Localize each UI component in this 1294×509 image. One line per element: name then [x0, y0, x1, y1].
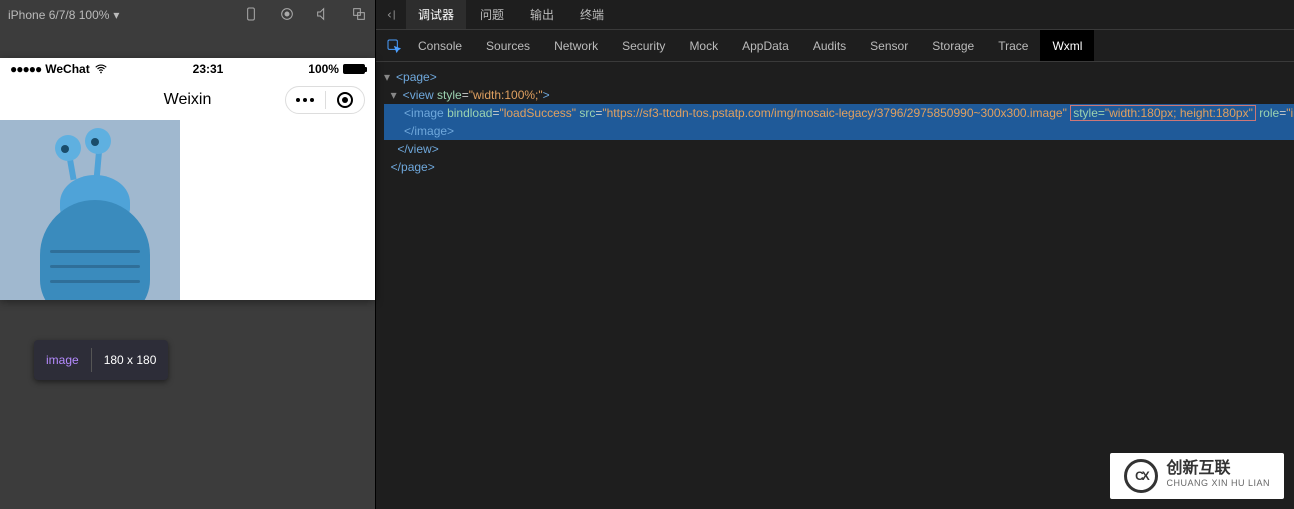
battery-percent: 100% — [308, 62, 339, 76]
subtab-mock[interactable]: Mock — [677, 30, 730, 61]
capsule-close-button[interactable] — [326, 92, 365, 108]
tab-output[interactable]: 输出 — [518, 0, 566, 29]
devtools-sub-tabs: Console Sources Network Security Mock Ap… — [376, 30, 1294, 62]
status-bar: ●●●●● WeChat 23:31 100% — [0, 58, 375, 80]
image-element[interactable] — [0, 120, 180, 300]
device-frame-icon[interactable] — [243, 6, 259, 25]
simulator-toolbar: iPhone 6/7/8 100% ▾ — [0, 0, 375, 30]
subtab-console[interactable]: Console — [406, 30, 474, 61]
subtab-trace[interactable]: Trace — [986, 30, 1040, 61]
wifi-icon — [94, 62, 108, 76]
tooltip-tag: image — [46, 353, 79, 367]
subtab-network[interactable]: Network — [542, 30, 610, 61]
subtab-sensor[interactable]: Sensor — [858, 30, 920, 61]
signal-icon: ●●●●● — [10, 62, 41, 76]
logo-cn: 创新互联 — [1166, 462, 1270, 476]
subtab-sources[interactable]: Sources — [474, 30, 542, 61]
chevron-down-icon: ▾ — [113, 8, 119, 22]
mute-icon[interactable] — [315, 6, 331, 25]
wxml-tree[interactable]: ▾<page> ▾<view style="width:100%;"> <ima… — [376, 62, 1294, 509]
carrier-label: WeChat — [45, 62, 89, 76]
subtab-storage[interactable]: Storage — [920, 30, 986, 61]
devtools-panel: 调试器 问题 输出 终端 Console Sources Network Sec… — [375, 0, 1294, 509]
expand-left-icon[interactable] — [382, 8, 404, 22]
battery-icon — [343, 64, 365, 74]
tab-terminal[interactable]: 终端 — [568, 0, 616, 29]
element-picker-icon[interactable] — [382, 38, 406, 54]
record-icon[interactable] — [279, 6, 295, 25]
simulator-stage: ●●●●● WeChat 23:31 100% Weixin — [0, 30, 375, 509]
capsule-menu-button[interactable] — [286, 98, 325, 102]
device-label: iPhone 6/7/8 100% — [8, 8, 109, 22]
detach-icon[interactable] — [351, 6, 367, 25]
wxml-selected-node[interactable]: <image bindload="loadSuccess" src="https… — [384, 104, 1294, 122]
devtools-body: ▾<page> ▾<view style="width:100%;"> <ima… — [376, 62, 1294, 509]
phone-frame: ●●●●● WeChat 23:31 100% Weixin — [0, 58, 375, 300]
tab-debugger[interactable]: 调试器 — [406, 0, 466, 29]
simulator-panel: iPhone 6/7/8 100% ▾ ●●●●● WeChat 23:31 1… — [0, 0, 375, 509]
phone-body — [0, 120, 375, 300]
devtools-top-tabs: 调试器 问题 输出 终端 — [376, 0, 1294, 30]
tooltip-dims: 180 x 180 — [104, 353, 157, 367]
clock-label: 23:31 — [193, 62, 224, 76]
subtab-security[interactable]: Security — [610, 30, 677, 61]
subtab-audits[interactable]: Audits — [801, 30, 858, 61]
logo-icon: CX — [1124, 459, 1158, 493]
logo-watermark: CX 创新互联 CHUANG XIN HU LIAN — [1110, 453, 1284, 499]
tab-issues[interactable]: 问题 — [468, 0, 516, 29]
logo-en: CHUANG XIN HU LIAN — [1166, 476, 1270, 490]
subtab-appdata[interactable]: AppData — [730, 30, 801, 61]
inspect-tooltip: image 180 x 180 — [34, 340, 168, 380]
device-selector[interactable]: iPhone 6/7/8 100% ▾ — [8, 8, 119, 22]
page-title: Weixin — [164, 91, 212, 109]
capsule — [285, 86, 365, 114]
subtab-wxml[interactable]: Wxml — [1040, 30, 1094, 61]
nav-bar: Weixin — [0, 80, 375, 120]
